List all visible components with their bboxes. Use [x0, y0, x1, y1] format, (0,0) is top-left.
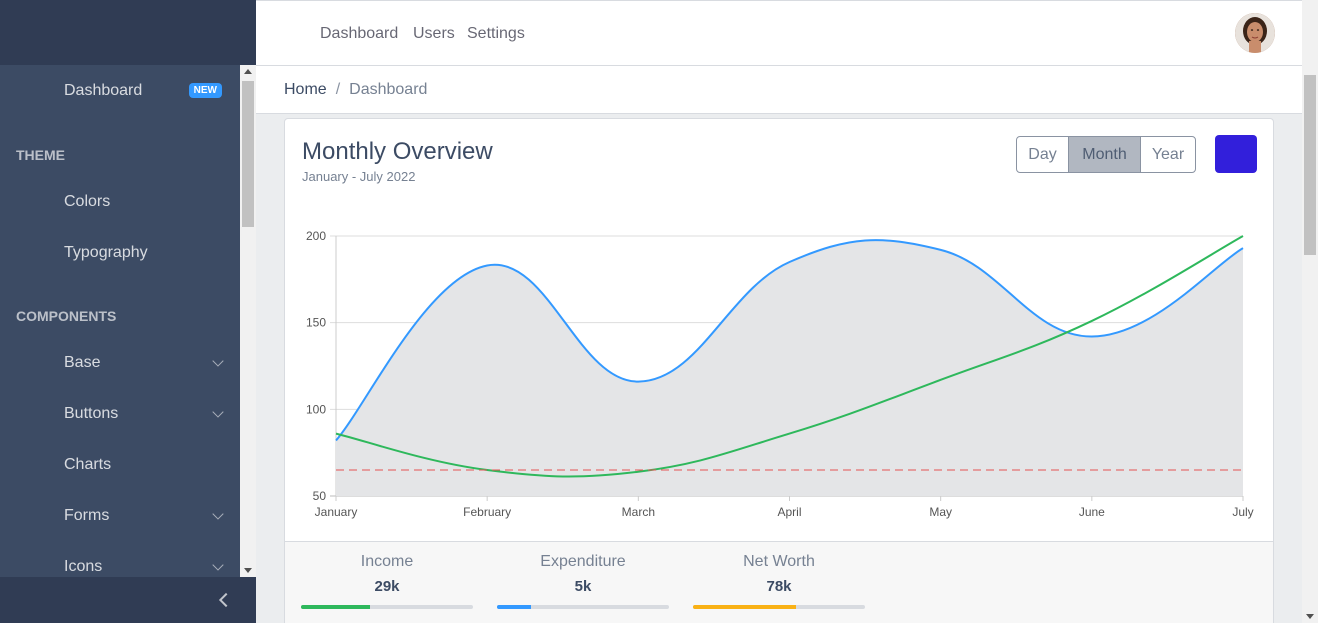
sidebar-item-label: Dashboard: [64, 81, 143, 99]
range-month-button[interactable]: Month: [1069, 137, 1141, 172]
sidebar-item-label: Forms: [64, 506, 110, 524]
sidebar-scrollbar[interactable]: [240, 65, 256, 577]
progress-fill: [497, 605, 532, 609]
sidebar-item-dashboard[interactable]: Dashboard NEW: [0, 65, 240, 116]
x-tick-label: March: [622, 505, 655, 519]
progress-track: [497, 605, 669, 609]
avatar-image: [1235, 13, 1275, 53]
y-tick-label: 150: [306, 316, 326, 330]
progress-fill: [301, 605, 370, 609]
main-scrollbar[interactable]: [1302, 0, 1318, 623]
scroll-up-icon[interactable]: [244, 69, 252, 74]
y-tick-label: 200: [306, 229, 326, 243]
card-subtitle: January - July 2022: [302, 169, 416, 184]
progress-track: [693, 605, 865, 609]
header-nav-dashboard[interactable]: Dashboard: [320, 1, 398, 67]
sidebar-item-label: Icons: [64, 557, 103, 575]
x-tick-label: June: [1079, 505, 1105, 519]
x-tick-label: July: [1232, 505, 1253, 519]
scroll-down-icon[interactable]: [244, 568, 252, 573]
chevron-down-icon: [212, 508, 224, 520]
line-chart: 50 100 150 200 January February March April May J…: [306, 229, 1254, 519]
sidebar-item-label: Colors: [64, 192, 111, 210]
sidebar-item-label: Charts: [64, 455, 112, 473]
breadcrumb-current: Dashboard: [349, 80, 428, 98]
sidebar: Dashboard NEW THEME Colors Typography CO…: [0, 0, 256, 623]
series-area-fill: [336, 240, 1243, 496]
chevron-down-icon: [212, 406, 224, 418]
breadcrumb-home[interactable]: Home: [284, 81, 327, 99]
card-footer: Income 29k Expenditure 5k Net Worth 78k: [285, 541, 1273, 623]
sidebar-item-label: Buttons: [64, 404, 119, 422]
chevron-down-icon: [212, 559, 224, 571]
x-tick-label: April: [777, 505, 801, 519]
overview-card: Monthly Overview January - July 2022 Day…: [284, 118, 1274, 623]
color-picker-button[interactable]: [1215, 135, 1257, 173]
card-title: Monthly Overview: [302, 138, 493, 165]
x-tick-label: January: [315, 505, 358, 519]
x-tick-label: February: [463, 505, 511, 519]
header-nav-settings[interactable]: Settings: [467, 1, 525, 67]
range-year-button[interactable]: Year: [1141, 137, 1195, 172]
scroll-down-icon[interactable]: [1306, 614, 1314, 619]
new-badge: NEW: [188, 83, 222, 98]
scrollbar-thumb[interactable]: [1304, 75, 1316, 255]
scrollbar-thumb[interactable]: [242, 81, 254, 227]
sidebar-item-label: Typography: [64, 243, 148, 261]
breadcrumb: Home / Dashboard: [256, 66, 1302, 114]
range-day-button[interactable]: Day: [1017, 137, 1069, 172]
y-tick-label: 50: [313, 489, 327, 503]
sidebar-item-base[interactable]: Base: [0, 337, 240, 388]
breadcrumb-separator: /: [335, 80, 341, 98]
stat-value: 5k: [574, 578, 592, 595]
progress-fill: [693, 605, 797, 609]
progress-track: [301, 605, 473, 609]
sidebar-item-typography[interactable]: Typography: [0, 227, 240, 278]
stat-value: 78k: [766, 578, 792, 595]
stat-label: Income: [360, 553, 414, 570]
avatar[interactable]: [1235, 13, 1275, 53]
chevron-down-icon: [212, 355, 224, 367]
sidebar-minimizer-button[interactable]: [0, 577, 256, 623]
nav-title-components: COMPONENTS: [16, 308, 117, 324]
range-button-group: Day Month Year: [1016, 136, 1196, 173]
stat-value: 29k: [374, 578, 400, 595]
sidebar-item-forms[interactable]: Forms: [0, 490, 240, 541]
nav-title-theme: THEME: [16, 147, 65, 163]
header: Dashboard Users Settings: [256, 0, 1302, 66]
sidebar-nav: Dashboard NEW THEME Colors Typography CO…: [0, 65, 240, 577]
sidebar-item-buttons[interactable]: Buttons: [0, 388, 240, 439]
sidebar-item-icons[interactable]: Icons: [0, 541, 240, 577]
sidebar-item-charts[interactable]: Charts: [0, 439, 240, 490]
y-tick-label: 100: [306, 402, 326, 416]
header-nav-users[interactable]: Users: [413, 1, 455, 67]
x-tick-label: May: [929, 505, 952, 519]
sidebar-brand[interactable]: [0, 0, 256, 65]
stat-label: Net Worth: [743, 553, 815, 570]
chevron-left-icon: [218, 592, 234, 608]
stat-label: Expenditure: [540, 553, 626, 570]
sidebar-item-label: Base: [64, 353, 101, 371]
sidebar-item-colors[interactable]: Colors: [0, 176, 240, 227]
